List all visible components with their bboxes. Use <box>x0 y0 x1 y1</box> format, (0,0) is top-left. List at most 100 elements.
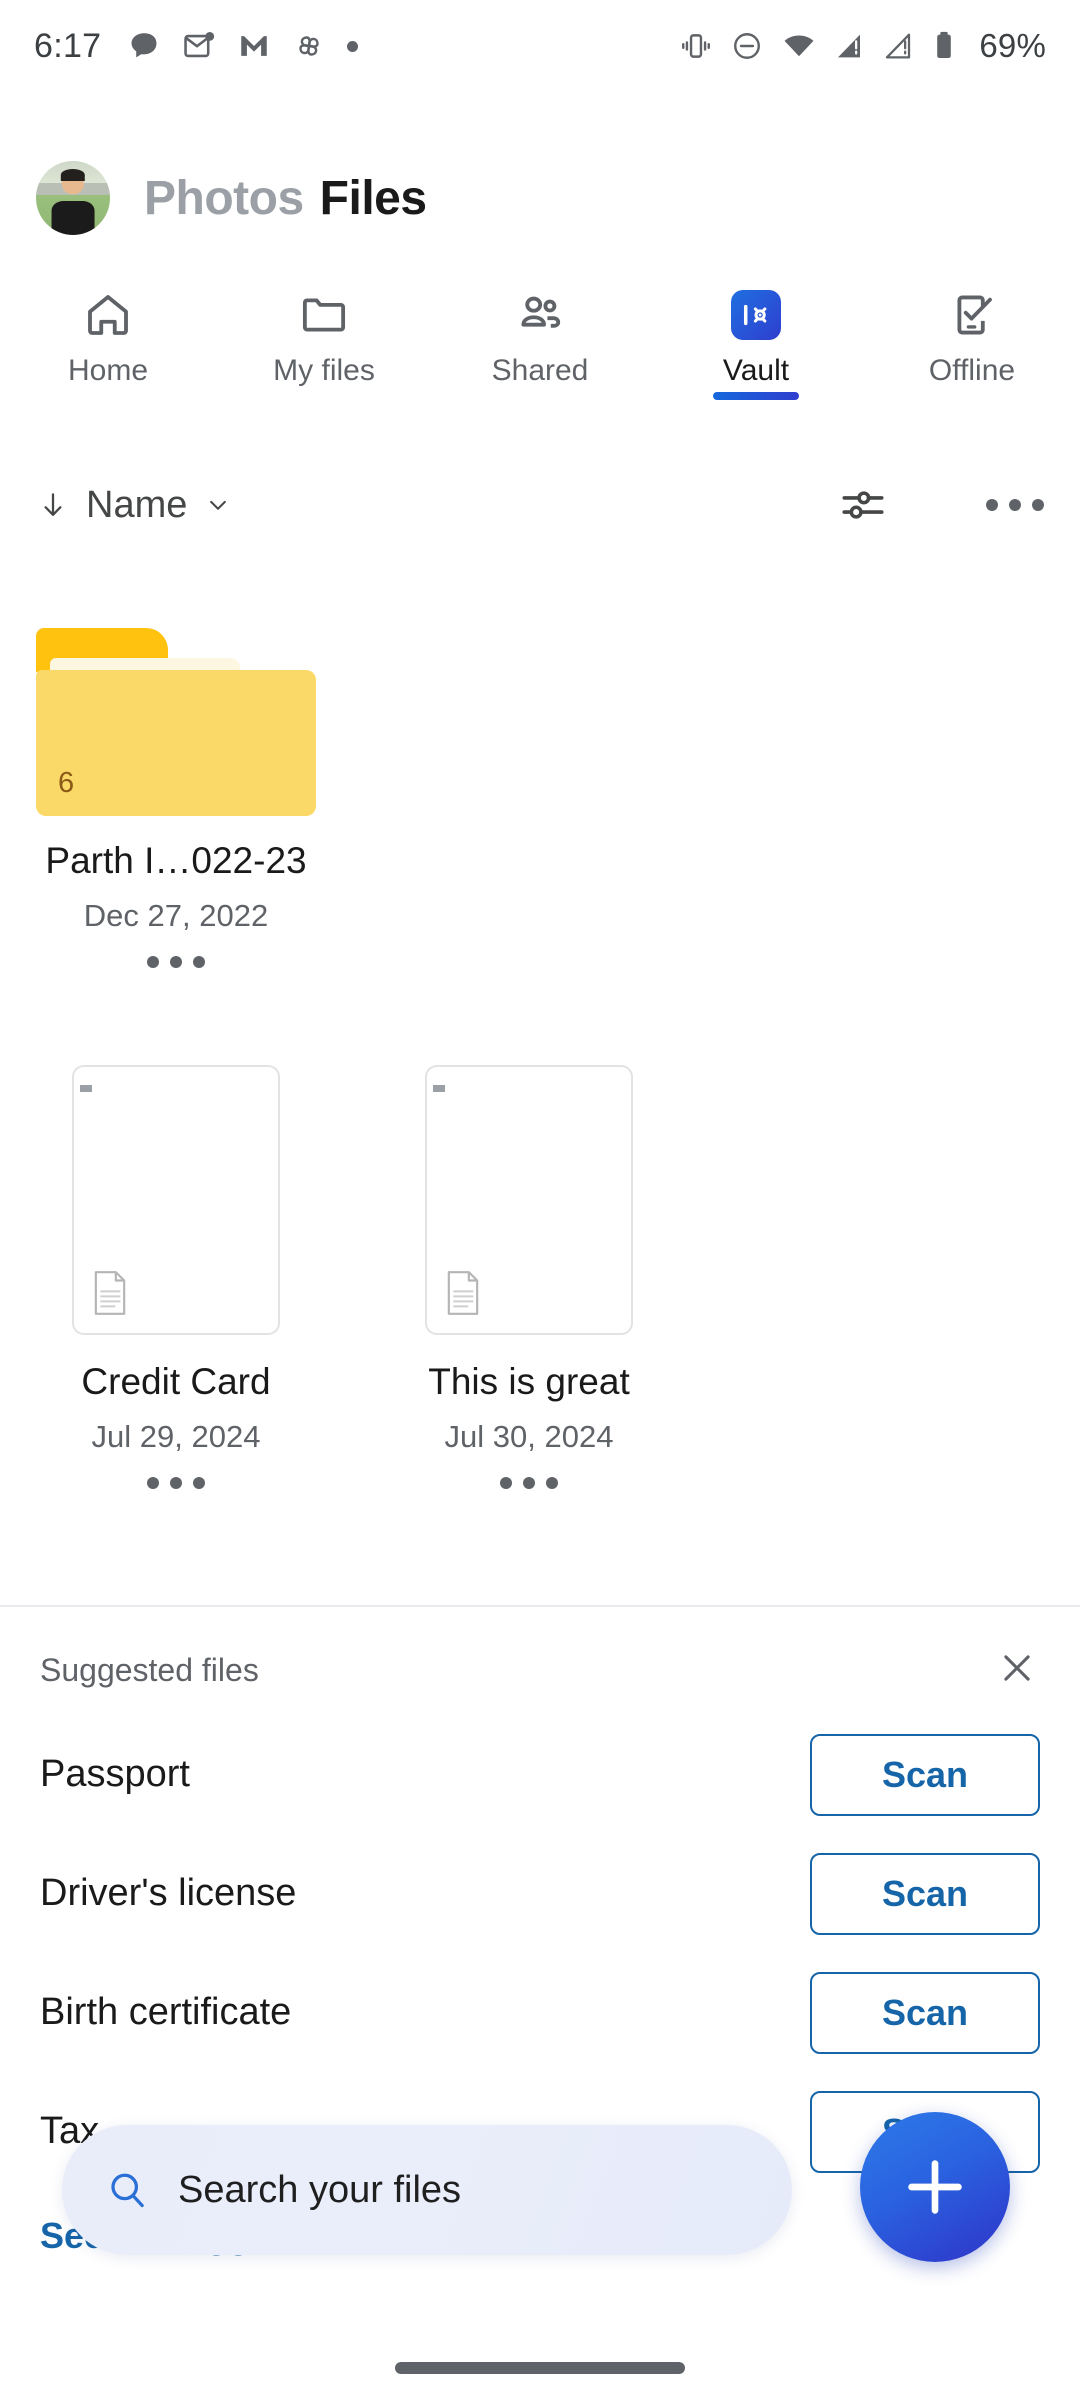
search-input[interactable]: Search your files <box>62 2125 792 2255</box>
add-button[interactable] <box>860 2112 1010 2262</box>
tab-my-files[interactable]: My files <box>216 282 432 388</box>
file-caption: This is great Jul 30, 2024 <box>425 1361 633 1489</box>
avatar-hair <box>60 169 86 181</box>
app-name-photos[interactable]: Photos <box>144 171 304 226</box>
home-icon <box>88 295 128 335</box>
tab-home[interactable]: Home <box>0 282 216 388</box>
chevron-down-icon <box>210 500 227 510</box>
arrow-down-icon <box>44 493 62 516</box>
chat-bubble-icon <box>131 33 157 58</box>
scan-button[interactable]: Scan <box>810 1852 1040 1935</box>
sort-bar-actions <box>838 480 1044 530</box>
folder-caption: Parth I…022-23 Dec 27, 2022 <box>36 840 316 968</box>
tab-vault[interactable]: Vault <box>648 282 864 400</box>
mail-unread-icon <box>184 31 215 58</box>
wifi-icon <box>784 35 814 57</box>
phone-check-icon <box>957 295 992 335</box>
suggested-item-label: Birth certificate <box>40 1991 292 2033</box>
suggested-item-label: Driver's license <box>40 1872 297 1914</box>
file-name: Credit Card <box>81 1361 271 1402</box>
avatar-body <box>51 200 95 235</box>
file-more-icon[interactable] <box>72 1477 280 1489</box>
tab-shared[interactable]: Shared <box>432 282 648 388</box>
pinwheel-icon <box>299 36 320 56</box>
folder-item-count: 6 <box>58 767 75 799</box>
tab-vault-active-indicator <box>713 392 799 400</box>
search-icon <box>111 2173 144 2208</box>
file-date: Jul 30, 2024 <box>444 1419 614 1454</box>
document-icon <box>447 1271 479 1315</box>
avatar[interactable] <box>36 161 110 235</box>
status-bar: 6:17 69% <box>0 0 1080 92</box>
do-not-disturb-icon <box>734 33 761 59</box>
plus-icon <box>908 2160 962 2214</box>
grid-item-folder[interactable]: 6 Parth I…022-23 Dec 27, 2022 <box>36 620 316 968</box>
signal-sim2-icon <box>886 33 911 59</box>
scan-button[interactable]: Scan <box>810 1971 1040 2054</box>
suggested-divider <box>0 1605 1080 1607</box>
list-item[interactable]: Passport Scan <box>0 1715 1080 1834</box>
folder-icon <box>302 298 346 332</box>
scan-button-label: Scan <box>881 1991 969 2033</box>
file-more-icon[interactable] <box>425 1477 633 1489</box>
app-name-files[interactable]: Files <box>320 171 427 226</box>
folder-name: Parth I…022-23 <box>45 840 307 881</box>
status-bar-clock: 6:17 <box>34 26 102 65</box>
filter-sliders-icon[interactable] <box>838 480 888 530</box>
search-placeholder: Search your files <box>178 2168 462 2211</box>
app-screen: 6:17 69% Photos Files Home My files Shar… <box>0 0 1080 2400</box>
tab-offline-label: Offline <box>928 354 1016 387</box>
people-icon <box>521 296 561 328</box>
suggested-item-label: Passport <box>40 1753 190 1795</box>
grid-item-file[interactable]: Credit Card Jul 29, 2024 <box>72 1065 280 1489</box>
suggested-files-title: Suggested files <box>40 1651 259 1688</box>
battery-icon <box>937 31 952 59</box>
primary-tab-bar: Home My files Shared Vault Offline <box>0 282 1080 412</box>
tab-my-files-label: My files <box>273 354 375 387</box>
tab-offline-icon-wrap <box>945 288 999 342</box>
scan-button-label: Scan <box>881 1753 969 1795</box>
folder-date: Dec 27, 2022 <box>83 898 269 933</box>
file-caption: Credit Card Jul 29, 2024 <box>72 1361 280 1489</box>
document-icon <box>94 1271 126 1315</box>
tab-vault-label: Vault <box>722 354 790 387</box>
tab-shared-icon-wrap <box>513 288 567 342</box>
list-item[interactable]: Birth certificate Scan <box>0 1953 1080 2072</box>
battery-percent-label: 69% <box>979 27 1046 64</box>
gmail-icon <box>241 36 268 56</box>
tab-home-icon-wrap <box>81 288 135 342</box>
file-name: This is great <box>428 1361 630 1402</box>
file-thumbnail <box>425 1065 633 1335</box>
status-bar-system-icons: 69% <box>679 27 1046 65</box>
sort-control[interactable]: Name <box>36 484 233 527</box>
sort-field-label: Name <box>86 483 188 526</box>
app-header: Photos Files <box>0 148 1080 248</box>
tab-home-label: Home <box>67 354 149 387</box>
file-thumbnail <box>72 1065 280 1335</box>
tab-my-files-icon-wrap <box>297 288 351 342</box>
grid-item-file[interactable]: This is great Jul 30, 2024 <box>425 1065 633 1489</box>
folder-thumbnail: 6 <box>36 620 316 816</box>
list-item[interactable]: Driver's license Scan <box>0 1834 1080 1953</box>
status-bar-notification-icons <box>127 29 359 63</box>
overflow-dot-icon <box>347 40 359 52</box>
file-corner-mark-icon <box>80 1085 92 1092</box>
vault-glyph-icon <box>743 304 767 326</box>
tab-offline[interactable]: Offline <box>864 282 1080 388</box>
sort-and-filter-bar: Name <box>0 455 1080 555</box>
vault-icon <box>731 290 781 340</box>
folder-body-shape <box>36 670 316 816</box>
gesture-navigation-handle[interactable] <box>395 2362 685 2374</box>
file-date: Jul 29, 2024 <box>91 1419 261 1454</box>
tab-shared-label: Shared <box>491 354 589 387</box>
signal-sim1-icon <box>838 34 861 58</box>
file-corner-mark-icon <box>433 1085 445 1092</box>
close-icon[interactable] <box>994 1645 1040 1696</box>
page-title: Photos Files <box>144 171 427 226</box>
more-horizontal-icon[interactable] <box>986 499 1044 511</box>
tab-vault-icon-wrap <box>731 288 781 342</box>
scan-button[interactable]: Scan <box>810 1733 1040 1816</box>
vibrate-icon <box>682 34 711 58</box>
suggested-files-header: Suggested files <box>0 1620 1080 1720</box>
folder-more-icon[interactable] <box>36 956 316 968</box>
